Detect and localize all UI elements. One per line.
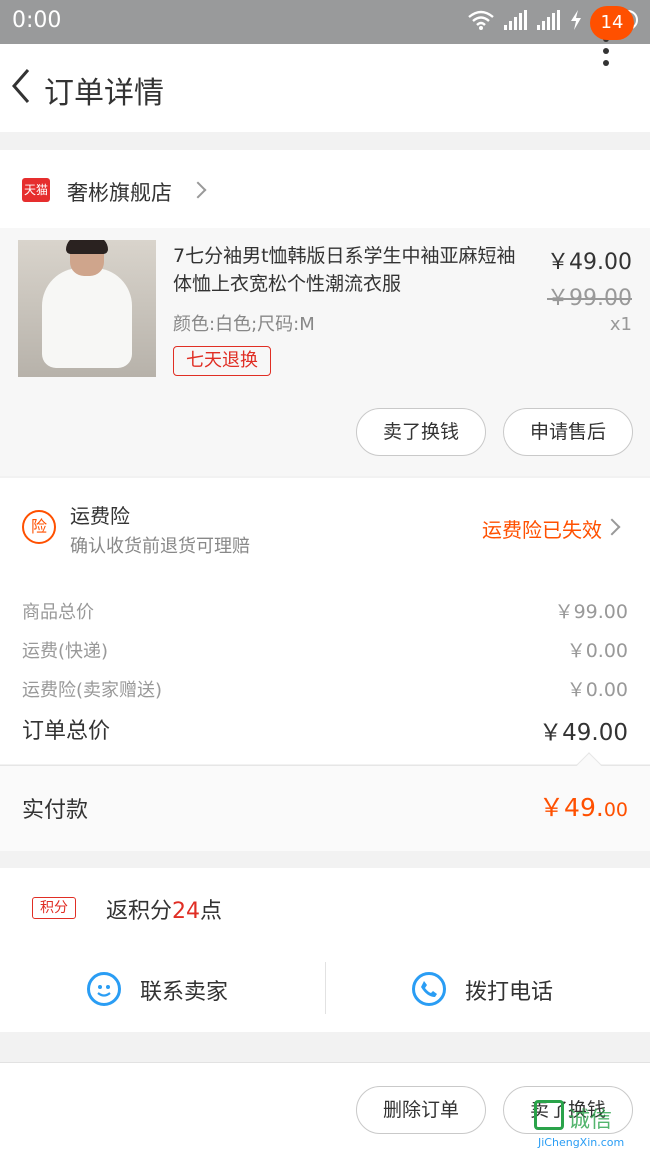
product-original-price: ￥99.00: [547, 286, 632, 311]
product-price: ￥49.00: [547, 250, 632, 275]
back-arrow-icon[interactable]: [8, 64, 38, 108]
insurance-icon: 险: [22, 510, 56, 544]
watermark-url: JiChengXin.com: [538, 1136, 625, 1149]
call-phone-button[interactable]: 拨打电话: [465, 974, 553, 1006]
actual-payment-label: 实付款: [22, 798, 89, 823]
insurance-title: 运费险: [70, 504, 130, 528]
points-count: 24: [172, 899, 201, 924]
summary-value-shipping: ￥0.00: [566, 640, 628, 662]
points-suffix: 点: [200, 899, 223, 924]
signal-icon-2: [537, 10, 560, 30]
phone-icon[interactable]: [412, 972, 446, 1006]
contact-divider: [325, 962, 326, 1014]
points-tag: 积分: [32, 897, 76, 919]
shop-name[interactable]: 奢彬旗舰店: [67, 177, 172, 207]
contact-seller-button[interactable]: 联系卖家: [140, 974, 228, 1006]
sell-for-cash-button[interactable]: 卖了换钱: [356, 408, 486, 456]
payment-value-cents: 00: [603, 799, 628, 821]
signal-icon-1: [504, 10, 527, 30]
actual-payment-value: ￥49.00: [539, 788, 628, 824]
summary-label-insurance: 运费险(卖家赠送): [22, 680, 163, 701]
insurance-status[interactable]: 运费险已失效: [482, 514, 602, 543]
chat-smile-icon[interactable]: [87, 972, 121, 1006]
watermark-logo-icon: [534, 1100, 564, 1130]
insurance-subtitle: 确认收货前退货可理赔: [70, 536, 250, 557]
site-watermark: 诚信 JiChengXin.com: [534, 1100, 650, 1155]
points-row: [0, 868, 650, 948]
wifi-icon: [468, 10, 494, 30]
status-bar: 0:00: [0, 0, 650, 44]
charging-icon: [571, 10, 581, 30]
message-count-badge: 14: [590, 6, 634, 40]
points-text: 返积分24点: [106, 893, 222, 925]
page-title: 订单详情: [44, 76, 164, 111]
product-thumbnail[interactable]: [18, 240, 156, 377]
after-sale-button[interactable]: 申请售后: [503, 408, 633, 456]
summary-value-goods: ￥99.00: [554, 601, 628, 623]
summary-value-insurance: ￥0.00: [566, 679, 628, 701]
tmall-logo-icon: 天猫: [22, 178, 50, 202]
summary-label-shipping: 运费(快递): [22, 641, 109, 662]
product-title[interactable]: 7七分袖男t恤韩版日系学生中袖亚麻短袖体恤上衣宽松个性潮流衣服: [173, 242, 525, 298]
product-attributes: 颜色:白色;尺码:M: [173, 314, 315, 335]
points-prefix: 返积分: [106, 899, 173, 924]
status-time: 0:00: [12, 8, 62, 33]
watermark-text: 诚信: [568, 1108, 613, 1133]
order-total-label: 订单总价: [22, 719, 111, 744]
payment-value-main: ￥49.: [539, 793, 604, 822]
product-quantity: x1: [609, 314, 632, 335]
delete-order-button[interactable]: 删除订单: [356, 1086, 486, 1134]
more-menu-icon[interactable]: [596, 36, 616, 96]
order-total-value: ￥49.00: [539, 720, 628, 746]
nav-bar: 订单详情: [0, 44, 650, 132]
summary-label-goods: 商品总价: [22, 602, 94, 623]
seven-day-return-tag: 七天退换: [173, 346, 271, 376]
